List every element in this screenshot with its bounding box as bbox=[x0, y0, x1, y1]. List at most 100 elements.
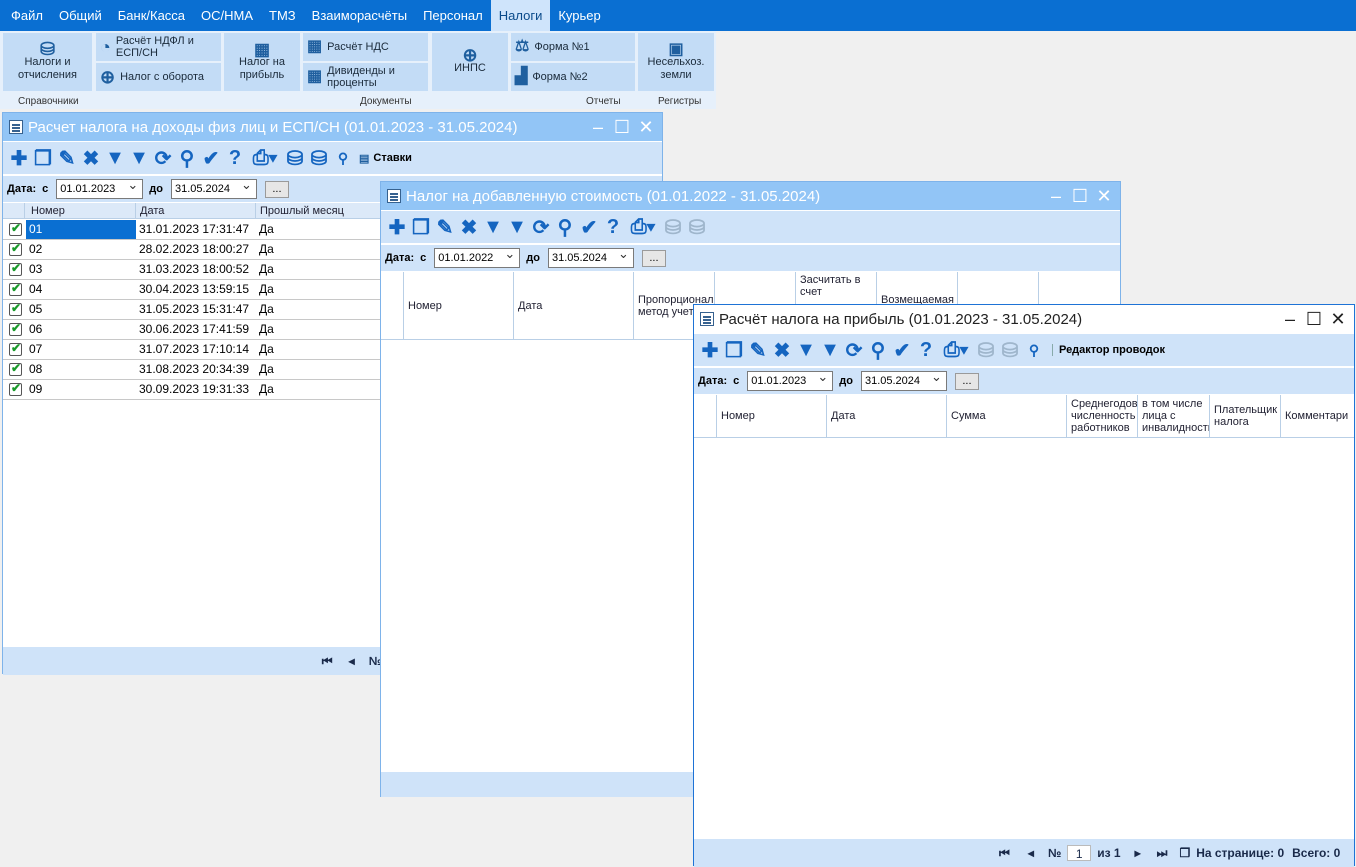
close-icon[interactable]: ✕ bbox=[1092, 182, 1116, 210]
period-button[interactable]: ... bbox=[954, 372, 979, 390]
unpost-icon[interactable]: ⛁ bbox=[998, 337, 1022, 363]
post-icon[interactable]: ⛁ bbox=[661, 214, 685, 240]
header-payer[interactable]: Плательщик налога bbox=[1210, 395, 1281, 437]
filter-icon[interactable]: ▼ bbox=[103, 145, 127, 171]
check-icon[interactable]: ✔ bbox=[890, 337, 914, 363]
edit-icon[interactable]: ✎ bbox=[55, 145, 79, 171]
header-comment[interactable]: Комментари bbox=[1281, 395, 1355, 437]
journal-icon[interactable]: ⚲ bbox=[331, 145, 355, 171]
search-icon[interactable]: ⚲ bbox=[866, 337, 890, 363]
add-icon[interactable]: ✚ bbox=[385, 214, 409, 240]
clear-filter-icon[interactable]: ▼ bbox=[127, 145, 151, 171]
copy-icon[interactable]: ❐ bbox=[1179, 846, 1190, 860]
prev-page-icon[interactable]: ◂ bbox=[349, 654, 355, 668]
post-icon[interactable]: ⛁ bbox=[283, 145, 307, 171]
rates-button[interactable]: ▤ Ставки bbox=[359, 152, 412, 165]
header-date[interactable]: Дата bbox=[514, 272, 634, 339]
header-date[interactable]: Дата bbox=[827, 395, 947, 437]
close-icon[interactable]: ✕ bbox=[634, 113, 658, 141]
maximize-icon[interactable]: ☐ bbox=[1068, 182, 1092, 210]
refresh-icon[interactable]: ⟳ bbox=[151, 145, 175, 171]
unpost-icon[interactable]: ⛁ bbox=[685, 214, 709, 240]
date-from-picker[interactable]: 01.01.2023 bbox=[56, 177, 144, 199]
menu-courier[interactable]: Курьер bbox=[550, 0, 608, 31]
maximize-icon[interactable]: ☐ bbox=[1302, 305, 1326, 333]
header-number[interactable]: Номер bbox=[25, 203, 136, 218]
check-icon[interactable]: ✔ bbox=[199, 145, 223, 171]
clear-filter-icon[interactable]: ▼ bbox=[505, 214, 529, 240]
header-sum[interactable]: Сумма bbox=[947, 395, 1067, 437]
header-prev-month[interactable]: Прошлый месяц bbox=[256, 203, 386, 218]
unpost-icon[interactable]: ⛁ bbox=[307, 145, 331, 171]
form1-button[interactable]: ⚖ Форма №1 bbox=[511, 33, 635, 61]
dividends-button[interactable]: ▦ Дивиденды и проценты bbox=[303, 63, 428, 91]
menu-settlements[interactable]: Взаиморасчёты bbox=[304, 0, 415, 31]
help-icon[interactable]: ? bbox=[601, 214, 625, 240]
first-page-icon[interactable]: ⏮ bbox=[322, 654, 333, 669]
filter-icon[interactable]: ▼ bbox=[794, 337, 818, 363]
date-to-picker[interactable]: 31.05.2024 bbox=[170, 177, 257, 199]
menu-personnel[interactable]: Персонал bbox=[415, 0, 491, 31]
clear-filter-icon[interactable]: ▼ bbox=[818, 337, 842, 363]
posting-editor-button[interactable]: Редактор проводок bbox=[1052, 344, 1165, 356]
edit-icon[interactable]: ✎ bbox=[746, 337, 770, 363]
delete-icon[interactable]: ✖ bbox=[770, 337, 794, 363]
menu-fixed-assets[interactable]: ОС/НМА bbox=[193, 0, 261, 31]
delete-icon[interactable]: ✖ bbox=[457, 214, 481, 240]
minimize-icon[interactable]: – bbox=[1044, 182, 1068, 210]
maximize-icon[interactable]: ☐ bbox=[610, 113, 634, 141]
print-icon[interactable]: ⎙▾ bbox=[247, 145, 283, 171]
copy-icon[interactable]: ❐ bbox=[722, 337, 746, 363]
taxes-and-charges-button[interactable]: ⛁ Налоги и отчисления bbox=[3, 33, 92, 91]
copy-icon[interactable]: ❐ bbox=[31, 145, 55, 171]
minimize-icon[interactable]: – bbox=[1278, 305, 1302, 333]
date-from-picker[interactable]: 01.01.2023 bbox=[747, 369, 834, 391]
header-number[interactable]: Номер bbox=[717, 395, 827, 437]
date-to-picker[interactable]: 31.05.2024 bbox=[547, 246, 634, 268]
help-icon[interactable]: ? bbox=[914, 337, 938, 363]
ndfl-calc-button[interactable]: ◔ Расчёт НДФЛ и ЕСП/СН bbox=[96, 33, 221, 61]
profit-tax-button[interactable]: ▦ Налог на прибыль bbox=[224, 33, 300, 91]
date-from-picker[interactable]: 01.01.2022 bbox=[434, 246, 521, 268]
search-icon[interactable]: ⚲ bbox=[175, 145, 199, 171]
search-icon[interactable]: ⚲ bbox=[553, 214, 577, 240]
post-icon[interactable]: ⛁ bbox=[974, 337, 998, 363]
header-date[interactable]: Дата bbox=[136, 203, 256, 218]
profit-tax-window-titlebar[interactable]: Расчёт налога на прибыль (01.01.2023 - 3… bbox=[694, 305, 1354, 333]
prev-page-icon[interactable]: ◂ bbox=[1028, 846, 1034, 860]
menu-file[interactable]: Файл bbox=[3, 0, 51, 31]
refresh-icon[interactable]: ⟳ bbox=[529, 214, 553, 240]
date-to-picker[interactable]: 31.05.2024 bbox=[860, 369, 947, 391]
close-icon[interactable]: ✕ bbox=[1326, 305, 1350, 333]
ndfl-window-titlebar[interactable]: Расчет налога на доходы физ лиц и ЕСП/СН… bbox=[3, 113, 662, 141]
next-page-icon[interactable]: ▸ bbox=[1135, 846, 1141, 860]
check-icon[interactable]: ✔ bbox=[577, 214, 601, 240]
edit-icon[interactable]: ✎ bbox=[433, 214, 457, 240]
vat-calc-button[interactable]: ▦ Расчёт НДС bbox=[303, 33, 428, 61]
header-number[interactable]: Номер bbox=[404, 272, 514, 339]
last-page-icon[interactable]: ⏭ bbox=[1157, 846, 1168, 861]
journal-icon[interactable]: ⚲ bbox=[1022, 337, 1046, 363]
period-button[interactable]: ... bbox=[264, 180, 289, 198]
menu-general[interactable]: Общий bbox=[51, 0, 110, 31]
form2-button[interactable]: ▟ Форма №2 bbox=[511, 63, 635, 91]
print-icon[interactable]: ⎙▾ bbox=[625, 214, 661, 240]
header-disabled[interactable]: в том числе лица с инвалидностью bbox=[1138, 395, 1210, 437]
refresh-icon[interactable]: ⟳ bbox=[842, 337, 866, 363]
non-agri-land-button[interactable]: ▣ Несельхоз. земли bbox=[638, 33, 714, 91]
add-icon[interactable]: ✚ bbox=[698, 337, 722, 363]
add-icon[interactable]: ✚ bbox=[7, 145, 31, 171]
page-input[interactable]: 1 bbox=[1067, 845, 1092, 861]
vat-window-titlebar[interactable]: Налог на добавленную стоимость (01.01.20… bbox=[381, 182, 1120, 210]
copy-icon[interactable]: ❐ bbox=[409, 214, 433, 240]
minimize-icon[interactable]: – bbox=[586, 113, 610, 141]
period-button[interactable]: ... bbox=[641, 249, 666, 267]
menu-inventory[interactable]: ТМЗ bbox=[261, 0, 304, 31]
filter-icon[interactable]: ▼ bbox=[481, 214, 505, 240]
first-page-icon[interactable]: ⏮ bbox=[999, 846, 1010, 861]
menu-bank[interactable]: Банк/Касса bbox=[110, 0, 193, 31]
menu-taxes[interactable]: Налоги bbox=[490, 0, 551, 31]
header-avg-headcount[interactable]: Среднегодовая численность работников bbox=[1067, 395, 1138, 437]
delete-icon[interactable]: ✖ bbox=[79, 145, 103, 171]
inps-button[interactable]: ⊕ ИНПС bbox=[432, 33, 508, 91]
